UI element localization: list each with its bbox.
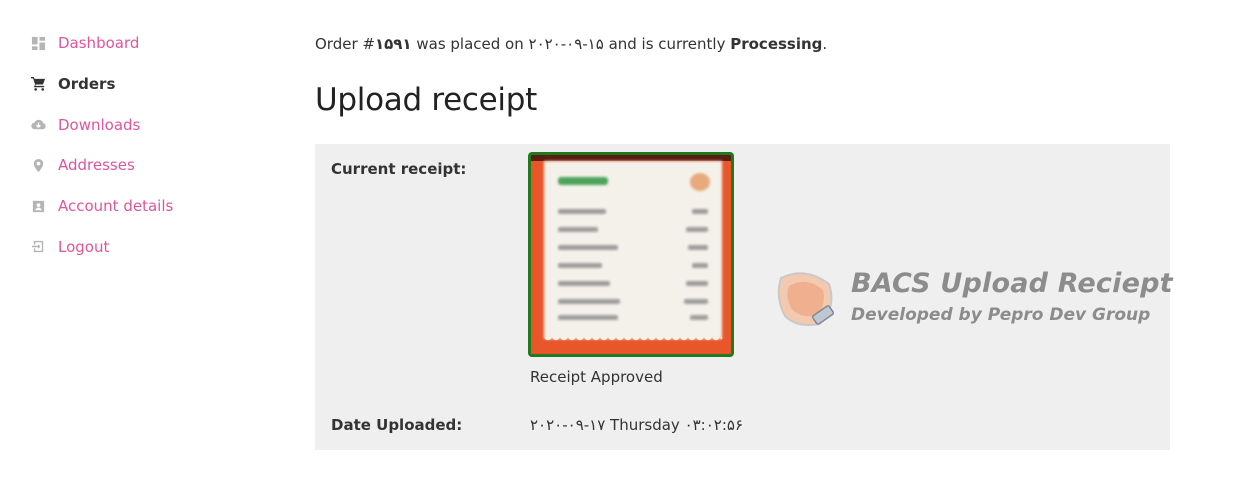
sidebar-item-addresses[interactable]: Addresses (30, 155, 260, 175)
date-uploaded-value: ۲۰۲۰-۰۹-۱۷ Thursday ۰۳:۰۲:۵۶ (530, 416, 744, 434)
order-placed-text: was placed on (411, 35, 529, 53)
receipt-paper-line (558, 227, 598, 232)
order-date: ۲۰۲۰-۰۹-۱۵ (528, 35, 604, 53)
receipt-paper-line (692, 263, 708, 268)
receipt-paper-line (558, 245, 618, 250)
receipt-paper-line (692, 209, 708, 214)
logout-icon (30, 239, 46, 255)
page-title: Upload receipt (315, 82, 537, 118)
order-status: Processing (730, 35, 823, 53)
receipt-paper-line (686, 227, 708, 232)
sidebar-item-label: Addresses (58, 156, 135, 175)
receipt-paper (544, 161, 722, 339)
receipt-paper-line (558, 315, 618, 320)
receipt-paper-line (558, 281, 610, 286)
user-card-icon (30, 198, 46, 214)
receipt-panel: Current receipt: Receipt Approved BACS U… (315, 144, 1173, 450)
cloud-download-icon (30, 117, 46, 133)
receipt-paper-line (688, 245, 708, 250)
receipt-paper-edge (544, 337, 722, 343)
sidebar-item-dashboard[interactable]: Dashboard (30, 33, 260, 53)
order-currently-text: and is currently (603, 35, 731, 53)
current-receipt-label: Current receipt: (331, 160, 467, 178)
account-navigation: Dashboard Orders Downloads Addresses Acc… (30, 33, 260, 278)
receipt-paper-line (558, 209, 606, 214)
receipt-paper-line (690, 315, 708, 320)
receipt-paper-line (686, 281, 708, 286)
date-uploaded-label: Date Uploaded: (331, 416, 463, 434)
receipt-paper-line (558, 299, 620, 304)
receipt-paper-logo (690, 173, 710, 191)
plugin-watermark: BACS Upload Reciept Developed by Pepro D… (775, 268, 1173, 332)
watermark-title: BACS Upload Reciept (851, 268, 1173, 299)
receipt-paper-header (558, 177, 608, 185)
sidebar-item-orders[interactable]: Orders (30, 74, 260, 94)
receipt-status: Receipt Approved (530, 368, 663, 386)
order-prefix: Order # (315, 35, 375, 53)
watermark-subtitle: Developed by Pepro Dev Group (851, 305, 1151, 325)
sidebar-item-label: Account details (58, 197, 174, 216)
receipt-thumbnail[interactable] (528, 152, 734, 357)
receipt-paper-line (684, 299, 708, 304)
sidebar-item-account-details[interactable]: Account details (30, 196, 260, 216)
sidebar-item-logout[interactable]: Logout (30, 237, 260, 257)
sidebar-item-label: Orders (58, 74, 116, 93)
sidebar-item-label: Dashboard (58, 34, 140, 52)
receipt-paper-line (558, 263, 602, 268)
plugin-logo-icon (777, 272, 835, 326)
sidebar-item-label: Logout (58, 237, 110, 256)
dashboard-icon (30, 35, 46, 51)
cart-icon (30, 76, 46, 92)
order-number: ۱۵۹۱ (374, 35, 412, 53)
sidebar-item-downloads[interactable]: Downloads (30, 115, 260, 135)
sidebar-item-label: Downloads (58, 115, 141, 134)
order-suffix: . (822, 35, 828, 53)
order-summary: Order #۱۵۹۱ was placed on ۲۰۲۰-۰۹-۱۵ and… (315, 35, 827, 53)
location-pin-icon (30, 157, 46, 173)
